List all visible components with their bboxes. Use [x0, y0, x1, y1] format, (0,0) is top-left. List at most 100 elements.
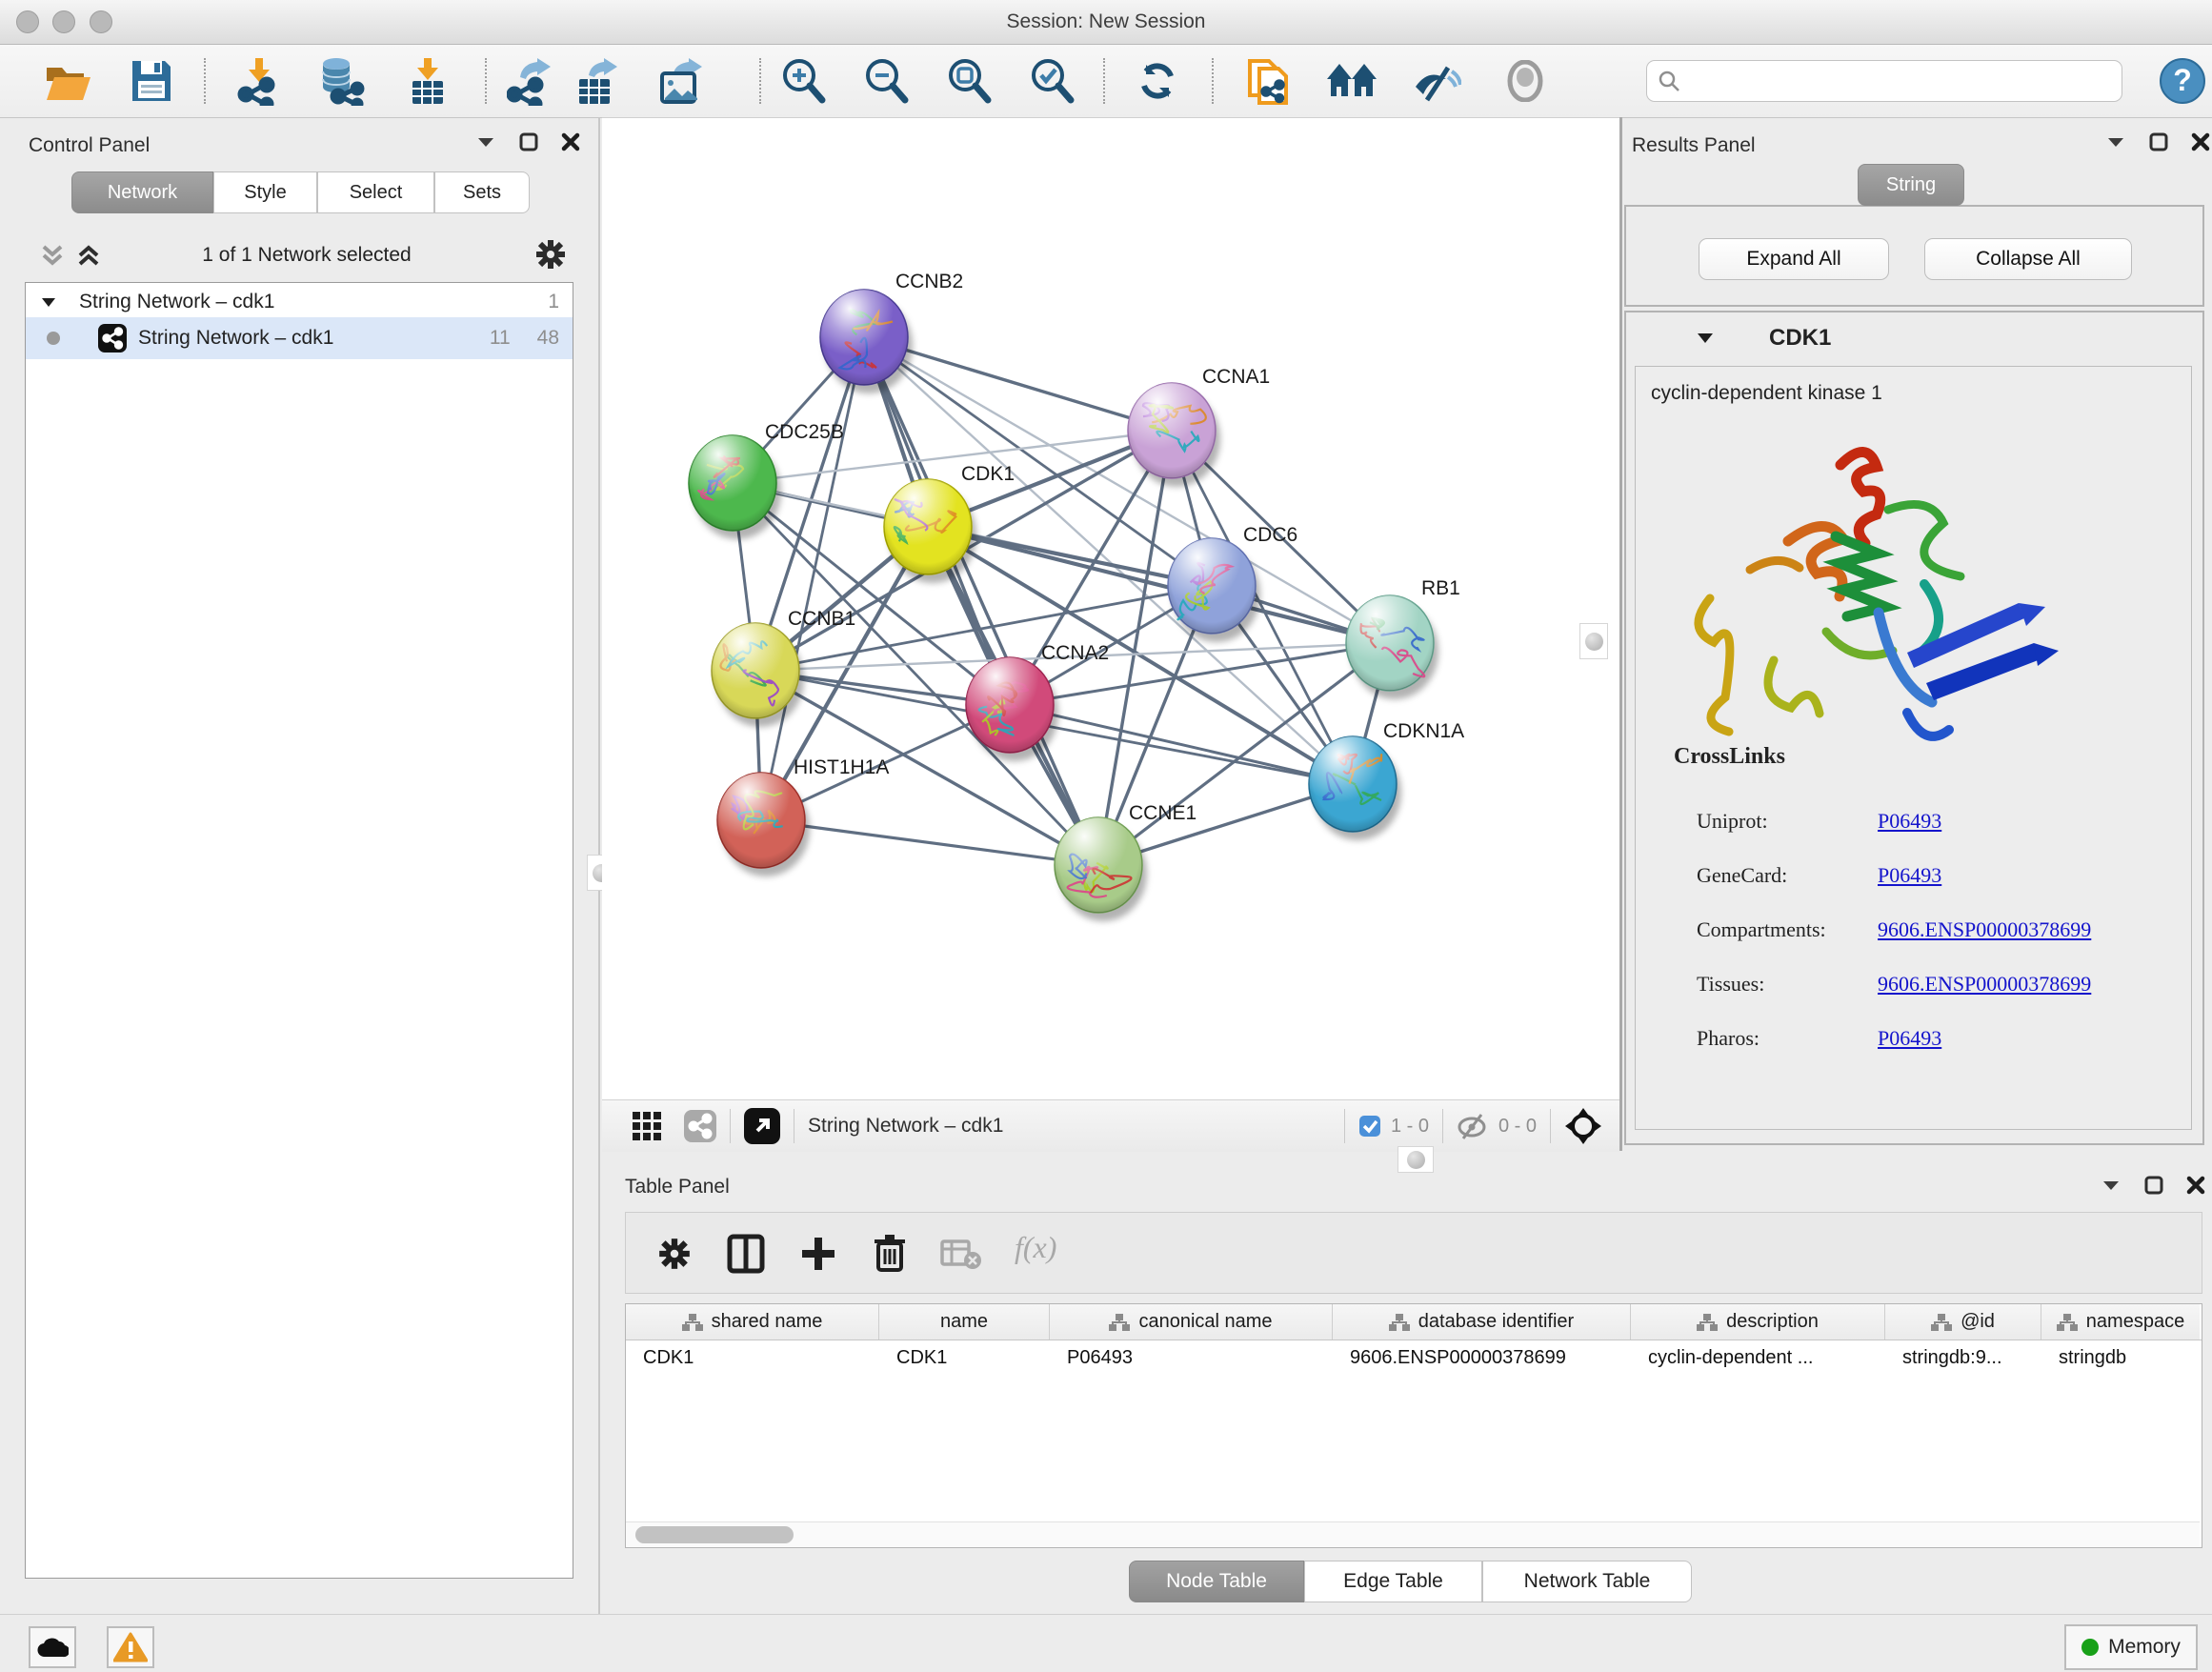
collapse-all-button[interactable]: Collapse All	[1924, 238, 2132, 280]
hidden-eye-slash-icon[interactable]	[1457, 1112, 1489, 1140]
import-network-from-database-button[interactable]	[312, 54, 368, 108]
chevron-down-icon[interactable]	[2104, 131, 2127, 153]
network-canvas[interactable]: CCNB2CCNA1CDC25BCDK1CDC6RB1CCNB1CCNA2CDK…	[602, 117, 1619, 1099]
node-CDC25B[interactable]: CDC25B	[689, 421, 844, 539]
tab-style[interactable]: Style	[213, 171, 317, 213]
tab-sets[interactable]: Sets	[434, 171, 530, 213]
column-header[interactable]: namespace	[2041, 1304, 2200, 1340]
column-header[interactable]: shared name	[626, 1304, 879, 1340]
edge-CCNB2-CCNE1[interactable]	[864, 337, 1098, 865]
table-gear-icon[interactable]	[656, 1236, 693, 1272]
import-table-button[interactable]	[400, 54, 455, 108]
network-row-selected[interactable]: String Network – cdk1 11 48	[26, 317, 573, 359]
export-image-button[interactable]	[654, 54, 709, 108]
close-icon[interactable]	[2185, 1175, 2206, 1196]
gear-icon[interactable]	[533, 237, 568, 272]
entry-header[interactable]: CDK1	[1626, 312, 2202, 364]
automation-cloud-button[interactable]	[29, 1626, 76, 1668]
zoom-selected-button[interactable]	[1024, 54, 1079, 108]
refresh-icon	[1134, 57, 1181, 105]
collection-expand-triangle-icon[interactable]	[39, 292, 58, 312]
search-field[interactable]	[1646, 60, 2122, 102]
uniprot-link[interactable]: P06493	[1878, 809, 1941, 833]
column-header[interactable]: database identifier	[1333, 1304, 1631, 1340]
warnings-button[interactable]	[107, 1626, 154, 1668]
expand-all-button[interactable]: Expand All	[1699, 238, 1889, 280]
export-network-button[interactable]	[503, 54, 558, 108]
table-hscrollbar[interactable]	[626, 1521, 2200, 1547]
add-column-plus-icon[interactable]	[799, 1234, 837, 1274]
node-CCNA1[interactable]: CCNA1	[1128, 366, 1270, 487]
save-session-button[interactable]	[124, 54, 179, 108]
table-hscrollbar-thumb[interactable]	[635, 1526, 794, 1543]
float-window-icon[interactable]	[518, 131, 539, 152]
float-window-icon[interactable]	[2148, 131, 2169, 152]
node-RB1[interactable]: RB1	[1346, 577, 1460, 699]
grid-view-icon[interactable]	[631, 1110, 663, 1142]
birdseye-view-button[interactable]	[1498, 54, 1553, 108]
table-row[interactable]: CDK1 CDK1 P06493 9606.ENSP00000378699 cy…	[626, 1340, 2202, 1376]
edge-CCNB2-HIST1H1A[interactable]	[761, 337, 864, 820]
close-icon[interactable]	[2190, 131, 2211, 152]
cell-database-identifier: 9606.ENSP00000378699	[1333, 1340, 1631, 1376]
chevron-down-icon[interactable]	[474, 131, 497, 153]
zoom-in-button[interactable]	[775, 54, 831, 108]
tab-network-table[interactable]: Network Table	[1482, 1561, 1692, 1602]
tissues-link[interactable]: 9606.ENSP00000378699	[1878, 972, 2091, 996]
zoom-out-button[interactable]	[858, 54, 914, 108]
node-CDK1[interactable]: CDK1	[884, 463, 1015, 583]
edge-HIST1H1A-CCNE1[interactable]	[761, 820, 1098, 865]
network-column-icon	[1389, 1313, 1410, 1332]
node-CCNB2[interactable]: CCNB2	[820, 271, 963, 393]
node-CDC6[interactable]: CDC6	[1168, 524, 1297, 642]
column-header[interactable]: description	[1631, 1304, 1885, 1340]
refresh-button[interactable]	[1130, 54, 1185, 108]
import-network-button[interactable]	[231, 54, 287, 108]
node-CDKN1A[interactable]: CDKN1A	[1309, 720, 1464, 840]
export-table-button[interactable]	[570, 54, 625, 108]
detach-view-icon[interactable]	[744, 1108, 780, 1144]
collapse-all-chevrons-icon[interactable]	[38, 241, 67, 270]
node-gloss	[966, 657, 1054, 753]
share-view-icon[interactable]	[684, 1110, 716, 1142]
tab-node-table[interactable]: Node Table	[1129, 1561, 1304, 1602]
float-window-icon[interactable]	[2143, 1175, 2164, 1196]
network-column-icon	[2057, 1313, 2078, 1332]
tab-string[interactable]: String	[1858, 164, 1964, 206]
node-HIST1H1A[interactable]: HIST1H1A	[717, 756, 889, 876]
chevron-down-icon[interactable]	[2100, 1174, 2122, 1197]
zoom-in-icon	[778, 56, 828, 106]
compartments-link[interactable]: 9606.ENSP00000378699	[1878, 917, 2091, 941]
column-header[interactable]: @id	[1885, 1304, 2041, 1340]
entry-description: cyclin-dependent kinase 1	[1651, 382, 1882, 405]
open-session-button[interactable]	[40, 54, 95, 108]
close-icon[interactable]	[560, 131, 581, 152]
show-columns-icon[interactable]	[727, 1234, 765, 1274]
network-collection-row[interactable]: String Network – cdk1 1	[26, 287, 573, 317]
delete-trash-icon[interactable]	[872, 1232, 908, 1274]
birdseye-toggle-icon[interactable]	[1564, 1107, 1602, 1145]
eye-slash-icon	[1410, 58, 1461, 104]
crosslink-label: GeneCard:	[1697, 848, 1826, 902]
entry-expand-triangle-icon[interactable]	[1695, 328, 1716, 349]
tab-edge-table[interactable]: Edge Table	[1304, 1561, 1482, 1602]
tab-network[interactable]: Network	[71, 171, 213, 213]
tab-select[interactable]: Select	[317, 171, 434, 213]
clone-network-button[interactable]	[1240, 54, 1296, 108]
hide-graphics-details-button[interactable]	[1408, 54, 1463, 108]
right-splitter-handle[interactable]	[1579, 623, 1608, 659]
expand-all-chevrons-icon[interactable]	[74, 241, 103, 270]
selected-checkbox-icon[interactable]	[1358, 1115, 1381, 1138]
column-header[interactable]: name	[879, 1304, 1050, 1340]
edge-CCNA2-CDKN1A[interactable]	[1010, 705, 1353, 784]
network-graph[interactable]: CCNB2CCNA1CDC25BCDK1CDC6RB1CCNB1CCNA2CDK…	[602, 118, 1619, 1100]
horizontal-splitter-handle[interactable]	[1398, 1146, 1434, 1173]
help-button[interactable]: ?	[2155, 54, 2210, 108]
memory-button[interactable]: Memory	[2064, 1624, 2198, 1670]
fit-content-button[interactable]	[941, 54, 996, 108]
genecard-link[interactable]: P06493	[1878, 863, 1941, 887]
column-header[interactable]: canonical name	[1050, 1304, 1333, 1340]
double-house-button[interactable]	[1324, 54, 1379, 108]
pharos-link[interactable]: P06493	[1878, 1026, 1941, 1050]
search-input[interactable]	[1681, 70, 2112, 92]
